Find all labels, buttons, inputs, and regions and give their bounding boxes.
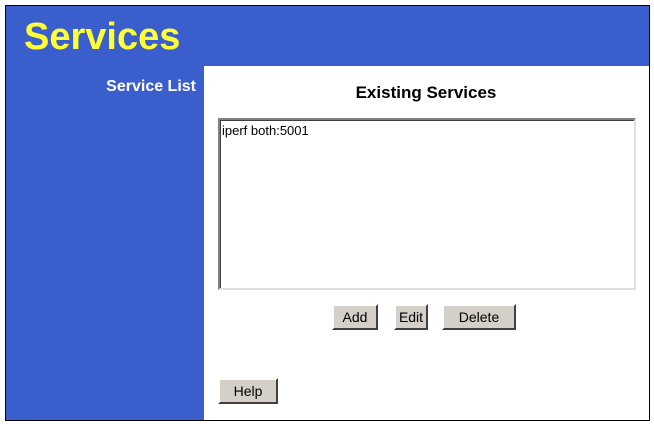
main-content: Existing Services iperf both:5001 Add Ed… — [204, 66, 648, 420]
edit-button[interactable]: Edit — [394, 304, 428, 330]
help-button[interactable]: Help — [218, 378, 278, 404]
existing-services-listbox[interactable]: iperf both:5001 — [218, 118, 636, 290]
list-item[interactable]: iperf both:5001 — [221, 121, 634, 140]
sidebar: Service List — [6, 66, 204, 420]
page-title: Services — [24, 16, 181, 58]
section-title: Existing Services — [355, 83, 497, 102]
listbox-inner: iperf both:5001 — [220, 120, 634, 288]
add-button[interactable]: Add — [332, 304, 378, 330]
sidebar-item-service-list: Service List — [106, 78, 196, 95]
header-bar: Services — [6, 6, 649, 66]
delete-button[interactable]: Delete — [442, 304, 516, 330]
